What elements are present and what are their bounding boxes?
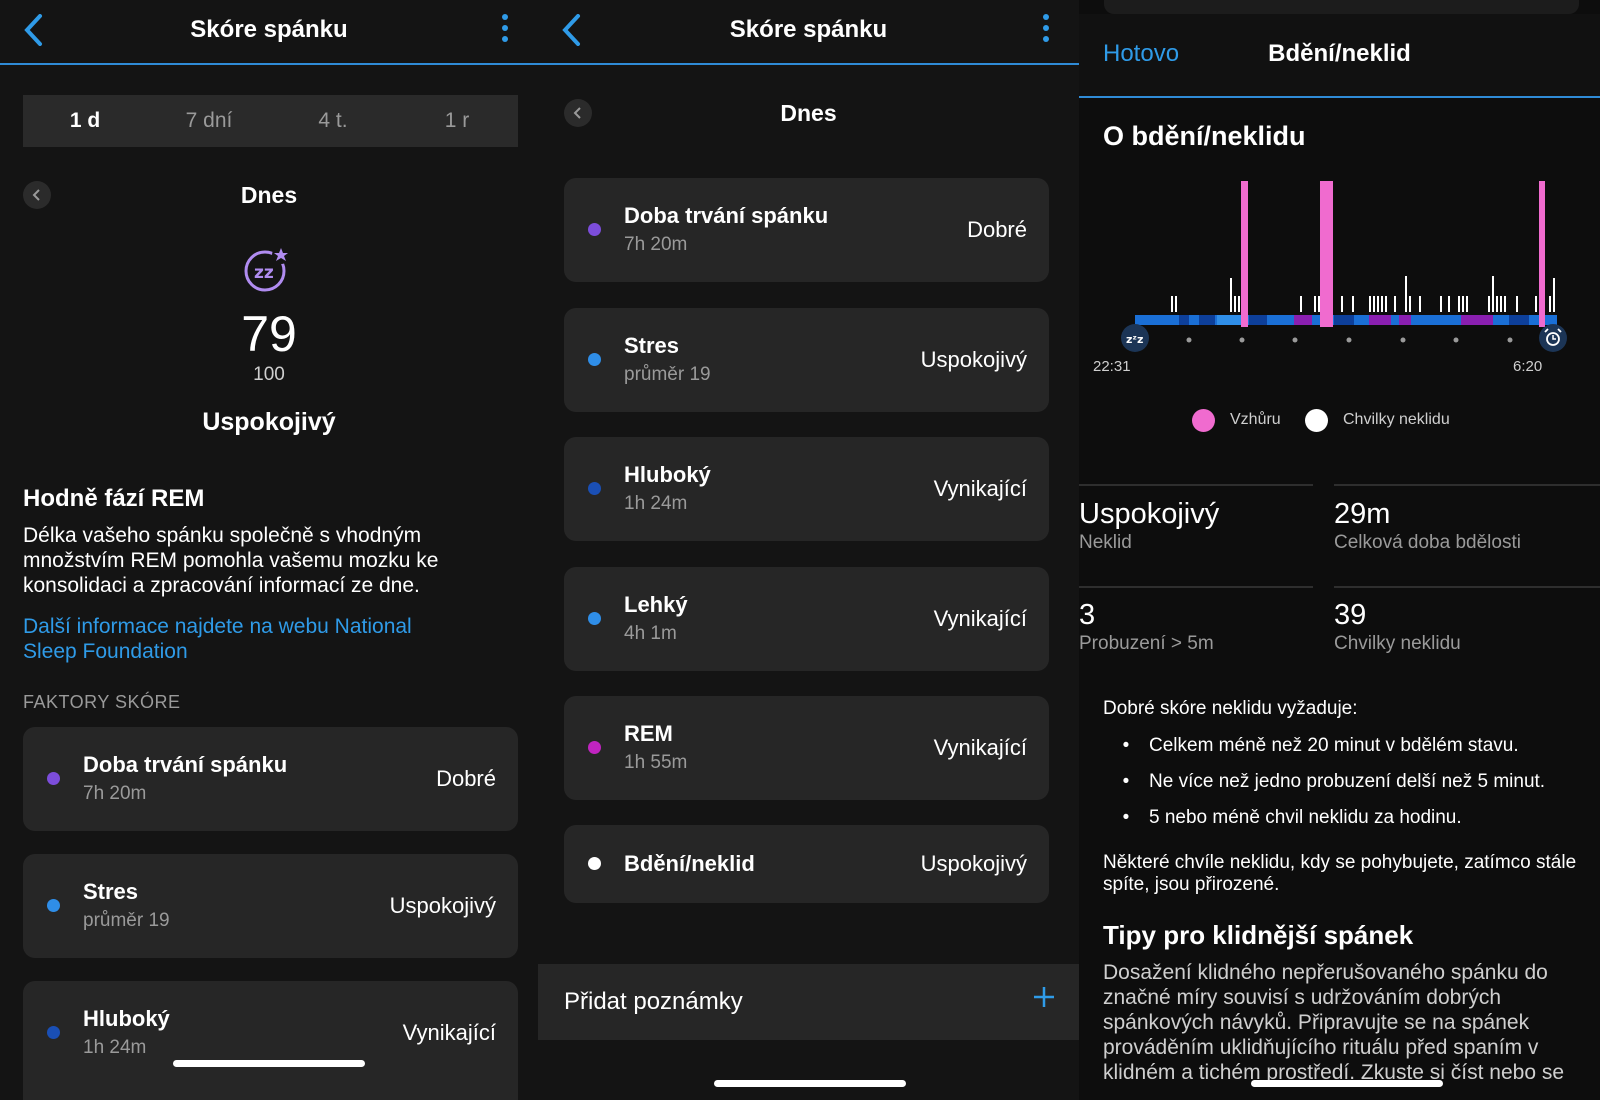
date-label: Dnes bbox=[240, 182, 298, 208]
sleep-stage-strip bbox=[1135, 315, 1557, 325]
restless-rating: Uspokojivý bbox=[1079, 498, 1220, 530]
home-indicator bbox=[714, 1080, 906, 1087]
factor-color-dot bbox=[588, 353, 601, 366]
restless-moments bbox=[1171, 276, 1555, 312]
score-max: 100 bbox=[253, 364, 285, 385]
factor-card-duration[interactable]: Doba trvání spánku 7h 20m Dobré bbox=[564, 178, 1049, 282]
tips-title: Tipy pro klidnější spánek bbox=[1103, 920, 1414, 950]
home-indicator bbox=[1251, 1080, 1443, 1087]
divider bbox=[1334, 484, 1600, 486]
add-notes-row[interactable]: Přidat poznámky bbox=[538, 964, 1079, 1040]
section-title: O bdění/neklidu bbox=[1103, 121, 1306, 151]
restless-detail-panel: Hotovo Bdění/neklid O bdění/neklidu zᶻz … bbox=[1079, 0, 1600, 1100]
divider bbox=[1079, 586, 1313, 588]
restless-moments-count: 39 bbox=[1334, 599, 1367, 631]
factor-color-dot bbox=[588, 612, 601, 625]
restless-note: Některé chvíle neklidu, kdy se pohybujet… bbox=[1103, 852, 1577, 895]
more-options-icon[interactable] bbox=[500, 14, 510, 48]
sleep-start-time: 22:31 bbox=[1093, 358, 1131, 375]
time-range-selector: 1 d 7 dní 4 t. 1 r bbox=[23, 95, 518, 147]
legend-awake-swatch bbox=[1192, 409, 1215, 432]
sleep-score-panel: Skóre spánku 1 d 7 dní 4 t. 1 r Dnes zz … bbox=[0, 0, 538, 1100]
sheet-top-edge bbox=[1104, 0, 1579, 14]
tab-1-day[interactable]: 1 d bbox=[23, 95, 147, 147]
svg-text:zᶻz: zᶻz bbox=[1126, 333, 1143, 346]
requirement-intro: Dobré skóre neklidu vyžaduje: bbox=[1103, 698, 1358, 719]
score-rating: Uspokojivý bbox=[202, 408, 336, 436]
tab-1-year[interactable]: 1 r bbox=[395, 95, 519, 147]
insight-title: Hodně fází REM bbox=[23, 485, 205, 512]
factor-card-stress[interactable]: Stres průměr 19 Uspokojivý bbox=[564, 308, 1049, 412]
awakenings-count: 3 bbox=[1079, 599, 1096, 631]
sleep-zz-icon: zz bbox=[243, 245, 293, 300]
factor-card-deep[interactable]: Hluboký 1h 24m Vynikající bbox=[23, 981, 518, 1100]
requirement-item: • Celkem méně než 20 minut v bdělém stavu… bbox=[1122, 735, 1519, 756]
divider bbox=[1079, 484, 1313, 486]
sleep-factors-panel: Skóre spánku Dnes Doba trvání spánku 7h … bbox=[538, 0, 1079, 1100]
sheet-title: Bdění/neklid bbox=[1268, 40, 1411, 67]
factor-card-duration[interactable]: Doba trvání spánku 7h 20m Dobré bbox=[23, 727, 518, 831]
total-awake-time: 29m bbox=[1334, 498, 1391, 530]
sleep-start-icon: zᶻz bbox=[1121, 324, 1149, 352]
date-label: Dnes bbox=[780, 100, 837, 126]
home-indicator bbox=[173, 1060, 365, 1067]
factor-card-rem[interactable]: REM 1h 55m Vynikající bbox=[564, 696, 1049, 800]
hour-markers bbox=[1186, 337, 1513, 343]
divider bbox=[1334, 586, 1600, 588]
svg-text:zz: zz bbox=[254, 263, 274, 283]
legend-restless-label: Chvilky neklidu bbox=[1343, 411, 1450, 428]
awake-periods bbox=[1241, 181, 1545, 327]
factor-color-dot bbox=[47, 772, 60, 785]
legend-restless-swatch bbox=[1305, 409, 1328, 432]
header: Skóre spánku bbox=[538, 0, 1079, 65]
awakenings-label: Probuzení > 5m bbox=[1079, 633, 1214, 654]
factor-color-dot bbox=[47, 899, 60, 912]
factor-color-dot bbox=[588, 857, 601, 870]
more-options-icon[interactable] bbox=[1041, 14, 1051, 48]
restless-rating-label: Neklid bbox=[1079, 532, 1132, 553]
factor-color-dot bbox=[588, 223, 601, 236]
factor-card-restless[interactable]: Bdění/neklid Uspokojivý bbox=[564, 825, 1049, 903]
plus-icon[interactable] bbox=[1033, 986, 1055, 1013]
factor-card-light[interactable]: Lehký 4h 1m Vynikající bbox=[564, 567, 1049, 671]
total-awake-time-label: Celková doba bdělosti bbox=[1334, 532, 1521, 553]
factors-section-label: FAKTORY SKÓRE bbox=[23, 692, 181, 712]
tips-body: Dosažení klidného nepřerušovaného spánku… bbox=[1103, 961, 1565, 1084]
score-value: 79 bbox=[241, 306, 297, 362]
requirement-item: • Ne více než jedno probuzení delší než 5… bbox=[1122, 771, 1546, 792]
factor-card-deep[interactable]: Hluboký 1h 24m Vynikající bbox=[564, 437, 1049, 541]
header: Skóre spánku bbox=[0, 0, 538, 65]
tab-4-weeks[interactable]: 4 t. bbox=[271, 95, 395, 147]
factor-color-dot bbox=[47, 1026, 60, 1039]
add-notes-label: Přidat poznámky bbox=[564, 988, 743, 1015]
legend-awake-label: Vzhůru bbox=[1230, 411, 1281, 428]
requirement-item: • 5 nebo méně chvil neklidu za hodinu. bbox=[1122, 807, 1462, 828]
sheet-header: Hotovo Bdění/neklid bbox=[1079, 14, 1600, 98]
page-title: Skóre spánku bbox=[190, 16, 348, 43]
factor-color-dot bbox=[588, 482, 601, 495]
sleep-foundation-link[interactable]: Další informace najdete na webu National… bbox=[23, 614, 412, 664]
factor-card-stress[interactable]: Stres průměr 19 Uspokojivý bbox=[23, 854, 518, 958]
insight-body: Délka vašeho spánku společně s vhodným m… bbox=[23, 524, 439, 597]
sleep-end-time: 6:20 bbox=[1513, 358, 1543, 375]
restless-moments-label: Chvilky neklidu bbox=[1334, 633, 1461, 654]
page-title: Skóre spánku bbox=[729, 16, 888, 43]
factor-color-dot bbox=[588, 741, 601, 754]
alarm-clock-icon bbox=[1539, 324, 1567, 352]
tab-7-days[interactable]: 7 dní bbox=[147, 95, 271, 147]
